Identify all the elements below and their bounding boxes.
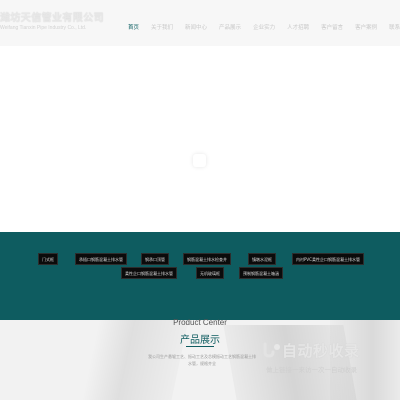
- category-tag-door-frame[interactable]: 门式框: [38, 253, 58, 265]
- category-tag-pier-frame[interactable]: 镇墩水泥框: [248, 253, 276, 265]
- section-divider: [186, 346, 214, 347]
- nav-item-strength[interactable]: 企业实力: [253, 22, 275, 34]
- watermark-logo-icon: [263, 342, 280, 358]
- nav-item-news[interactable]: 新闻中心: [185, 22, 207, 34]
- site-header: 潍坊天信管业有限公司 Weifang Tianxin Pipe Industry…: [0, 0, 400, 46]
- section-title-en: Product Center: [173, 318, 227, 327]
- watermark: 自动秒收录 做上链接一来访一次一自动收录: [262, 338, 400, 384]
- company-logo[interactable]: 潍坊天信管业有限公司 Weifang Tianxin Pipe Industry…: [0, 9, 104, 31]
- hero-banner[interactable]: [0, 46, 400, 232]
- section-description: 我公司生产悬辊工艺、振动工艺及芯模振动工艺钢筋混凝土排水管，规格齐全: [148, 354, 256, 366]
- main-nav: 首页 关于我们 新闻中心 产品展示 企业实力 人才招聘 客户留言 客户案例 联系…: [128, 22, 400, 34]
- watermark-subtitle: 做上链接一来访一次一自动收录: [266, 366, 357, 374]
- company-name-cn: 潍坊天信管业有限公司: [0, 13, 104, 24]
- category-tag-steel-socket-jacking[interactable]: 钢承口顶管: [141, 253, 169, 265]
- watermark-title: 自动秒收录: [282, 342, 360, 360]
- loading-spinner-icon: [193, 154, 206, 167]
- nav-item-about[interactable]: 关于我们: [151, 22, 173, 34]
- category-tag-glass-frame[interactable]: 无机玻璃框: [196, 267, 224, 279]
- nav-item-products[interactable]: 产品展示: [219, 22, 241, 34]
- company-name-en: Weifang Tianxin Pipe Industry Co., Ltd.: [0, 25, 87, 31]
- category-tag-inspection-well[interactable]: 钢筋混凝土排水检查井: [183, 253, 231, 265]
- category-band: 门式框 承插口钢筋混凝土排水管 钢承口顶管 钢筋混凝土排水检查井 镇墩水泥框 内…: [0, 232, 400, 320]
- category-tag-flexible-joint-pipe[interactable]: 柔性企口钢筋混凝土排水管: [121, 267, 177, 279]
- nav-item-careers[interactable]: 人才招聘: [287, 22, 309, 34]
- category-tag-box-culvert[interactable]: 预制钢筋混凝土箱涵: [239, 267, 283, 279]
- nav-item-cases[interactable]: 客户案例: [355, 22, 377, 34]
- nav-item-contact[interactable]: 联系方式: [389, 22, 400, 34]
- nav-item-home[interactable]: 首页: [128, 22, 139, 34]
- nav-item-messages[interactable]: 客户留言: [321, 22, 343, 34]
- category-tag-socket-pipe[interactable]: 承插口钢筋混凝土排水管: [75, 253, 127, 265]
- category-tag-pvc-lined-pipe[interactable]: 内衬PVC柔性企口钢筋混凝土排水管: [292, 253, 364, 265]
